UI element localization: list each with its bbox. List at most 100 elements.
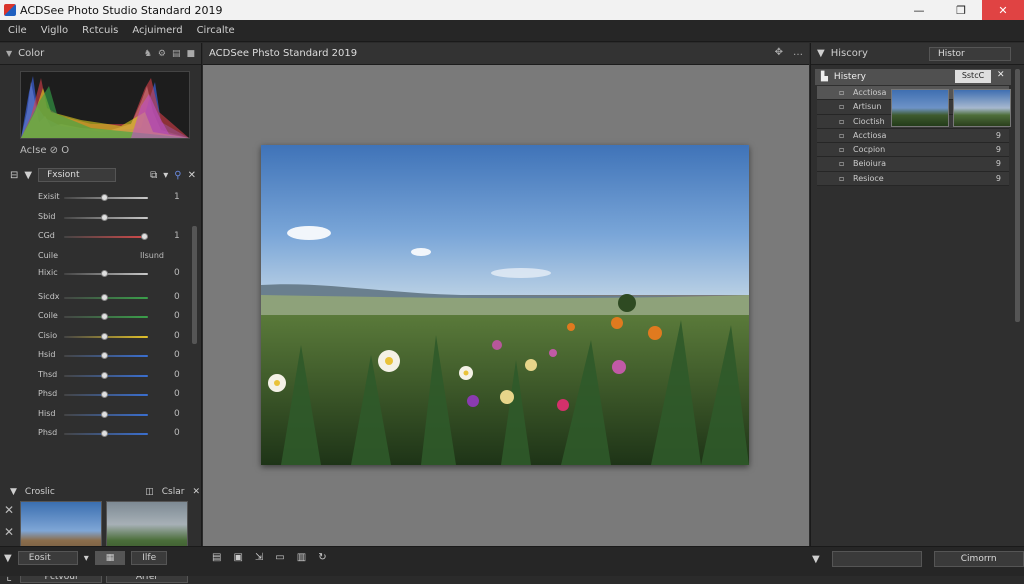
title-bar: ACDSee Photo Studio Standard 2019 — ❐ ✕ bbox=[0, 0, 1024, 20]
panel-close-icon[interactable]: ■ bbox=[186, 49, 195, 59]
commit-button[interactable]: Cimorrn bbox=[933, 551, 1024, 567]
slider-label: Hisd bbox=[38, 408, 56, 418]
slider-knob[interactable] bbox=[101, 194, 109, 201]
slider-knob[interactable] bbox=[101, 391, 109, 398]
move-icon[interactable]: ✥ bbox=[775, 47, 783, 58]
histogram-panel-header[interactable]: ▼ Color ♞ ⚙ ▤ ■ bbox=[0, 43, 201, 65]
slider-track[interactable] bbox=[64, 236, 148, 238]
collapse-icon[interactable]: ▼ bbox=[812, 554, 820, 565]
adjust-slider-row[interactable]: Sbid bbox=[0, 209, 196, 229]
adjust-slider-row[interactable]: Thsd 0 bbox=[0, 367, 196, 387]
slider-label: CGd bbox=[38, 231, 55, 240]
preset-dropdown[interactable]: Fxsiont bbox=[38, 168, 117, 182]
rotate-icon[interactable]: ↻ bbox=[318, 552, 326, 563]
window-title: ACDSee Photo Studio Standard 2019 bbox=[20, 3, 223, 17]
export-icon[interactable]: ⇲ bbox=[255, 552, 263, 563]
slider-knob[interactable] bbox=[101, 410, 109, 418]
slider-knob[interactable] bbox=[101, 313, 109, 320]
filter-field[interactable] bbox=[831, 551, 922, 567]
menu-tools[interactable]: Rctcuis bbox=[82, 25, 118, 36]
tool-x-icon[interactable]: ✕ bbox=[4, 525, 14, 539]
save-icon[interactable]: ▣ bbox=[233, 552, 242, 563]
collapse-icon[interactable]: ▼ bbox=[4, 553, 12, 564]
slider-value: 1 bbox=[174, 231, 180, 241]
slider-value: 0 bbox=[174, 408, 180, 419]
collapse-icon[interactable]: ▼ bbox=[6, 49, 12, 58]
history-step-icon: ▫ bbox=[839, 102, 845, 112]
adjust-slider-row[interactable]: Sicdx 0 bbox=[0, 289, 196, 309]
menu-view[interactable]: Vigllo bbox=[41, 25, 68, 36]
more-icon[interactable]: … bbox=[793, 47, 803, 58]
filmstrip-icon[interactable]: ▤ bbox=[212, 552, 221, 563]
window-controls: — ❐ ✕ bbox=[898, 0, 1024, 20]
swatch-icon[interactable]: ◫ bbox=[145, 487, 154, 497]
reset-icon[interactable]: ▤ bbox=[172, 49, 181, 59]
slider-knob[interactable] bbox=[101, 371, 109, 379]
adjust-slider-row[interactable]: Coile 0 bbox=[0, 308, 196, 328]
history-step-icon: ▫ bbox=[839, 116, 845, 126]
grid-view-button[interactable]: ▦ bbox=[94, 551, 126, 565]
history-thumbnail[interactable] bbox=[891, 89, 949, 127]
expand-icon[interactable]: ⧉ bbox=[150, 170, 157, 181]
history-thumbnail[interactable] bbox=[953, 89, 1011, 127]
adjust-slider-row[interactable]: Hisd 0 bbox=[0, 406, 196, 426]
menu-create[interactable]: Circalte bbox=[197, 25, 235, 36]
history-item-label: Acctiosa bbox=[853, 88, 887, 97]
adjust-slider-row[interactable]: Phsd 0 bbox=[0, 386, 196, 406]
history-item[interactable]: ▫ Acctiosa 9 bbox=[817, 128, 1009, 144]
history-item-value: 9 bbox=[995, 145, 1001, 155]
close-panel-icon[interactable]: ✕ bbox=[188, 170, 196, 181]
history-item[interactable]: ▫ Resioce 9 bbox=[817, 171, 1009, 187]
slider-knob[interactable] bbox=[101, 293, 109, 301]
adjust-slider-row[interactable]: Hixic 0 bbox=[0, 265, 196, 285]
slider-knob[interactable] bbox=[101, 352, 109, 359]
pin-icon[interactable]: ♞ bbox=[144, 49, 152, 59]
history-item[interactable]: ▫ Beioiura 9 bbox=[817, 157, 1009, 172]
history-select[interactable]: Histor bbox=[929, 47, 1011, 61]
tool-x-icon[interactable]: ✕ bbox=[4, 503, 14, 517]
main-photo[interactable] bbox=[261, 145, 749, 465]
panel-grid-icon[interactable]: ⊟ bbox=[10, 170, 18, 181]
chevron-down-icon[interactable]: ▾ bbox=[163, 170, 168, 181]
collapse-icon[interactable]: ▼ bbox=[10, 487, 17, 497]
right-scrollbar[interactable] bbox=[1015, 69, 1020, 322]
slider-knob[interactable] bbox=[101, 270, 109, 277]
adjust-slider-row[interactable]: Cisio 0 bbox=[0, 328, 196, 348]
slider-knob[interactable] bbox=[101, 430, 109, 437]
adjust-slider-row[interactable]: CGd 1 bbox=[0, 228, 196, 248]
history-action-button[interactable]: SstcC bbox=[955, 70, 991, 83]
slider-knob[interactable] bbox=[101, 213, 109, 221]
pin-icon[interactable]: ⚲ bbox=[174, 170, 181, 181]
slider-knob[interactable] bbox=[101, 332, 109, 340]
collapse-icon[interactable]: ▼ bbox=[817, 48, 825, 59]
view-dropdown[interactable]: Ilfe bbox=[131, 551, 168, 565]
settings-icon[interactable]: ⚙ bbox=[158, 49, 166, 59]
restore-button[interactable]: ❐ bbox=[940, 0, 982, 20]
histogram-toolbar[interactable]: AcIse ⊘ O bbox=[20, 145, 69, 156]
history-thumbnails bbox=[891, 89, 1011, 127]
compare-color-label[interactable]: Cslar bbox=[162, 487, 185, 497]
history-item-label: Cioctish bbox=[853, 116, 885, 126]
history-step-icon: ▫ bbox=[839, 145, 845, 155]
close-panel-icon[interactable]: ✕ bbox=[192, 487, 200, 497]
close-button[interactable]: ✕ bbox=[982, 0, 1024, 20]
adjust-slider-row[interactable]: Exisit 1 bbox=[0, 189, 196, 209]
bottom-bar: ▼ Eosit ▾ ▦ Ilfe ▤ ▣ ⇲ ▭ ▥ ↻ ▼ Cimorrn bbox=[0, 546, 1024, 576]
chevron-down-icon[interactable]: ▾ bbox=[84, 553, 89, 564]
compare-icon[interactable]: ▭ bbox=[275, 552, 284, 563]
mode-dropdown[interactable]: Eosit bbox=[17, 551, 78, 565]
fit-icon[interactable]: ▥ bbox=[297, 552, 306, 563]
slider-value: Ilsund bbox=[140, 250, 164, 260]
minimize-button[interactable]: — bbox=[898, 0, 940, 20]
menu-file[interactable]: Cile bbox=[8, 25, 27, 36]
adjust-slider-row[interactable]: Phsd 0 bbox=[0, 425, 196, 445]
close-icon[interactable]: ✕ bbox=[997, 70, 1005, 80]
collapse-icon[interactable]: ▼ bbox=[24, 170, 32, 181]
left-scrollbar[interactable] bbox=[192, 226, 197, 344]
history-panel-header: ▼ Hiscory Histor bbox=[811, 43, 1024, 65]
adjust-slider-row[interactable]: Hsid 0 bbox=[0, 347, 196, 367]
history-label: Histery bbox=[833, 72, 866, 82]
history-item[interactable]: ▫ Cocpion 9 bbox=[817, 143, 1009, 158]
menu-adjustment[interactable]: Acjuimerd bbox=[132, 25, 182, 36]
slider-knob[interactable] bbox=[140, 233, 148, 240]
